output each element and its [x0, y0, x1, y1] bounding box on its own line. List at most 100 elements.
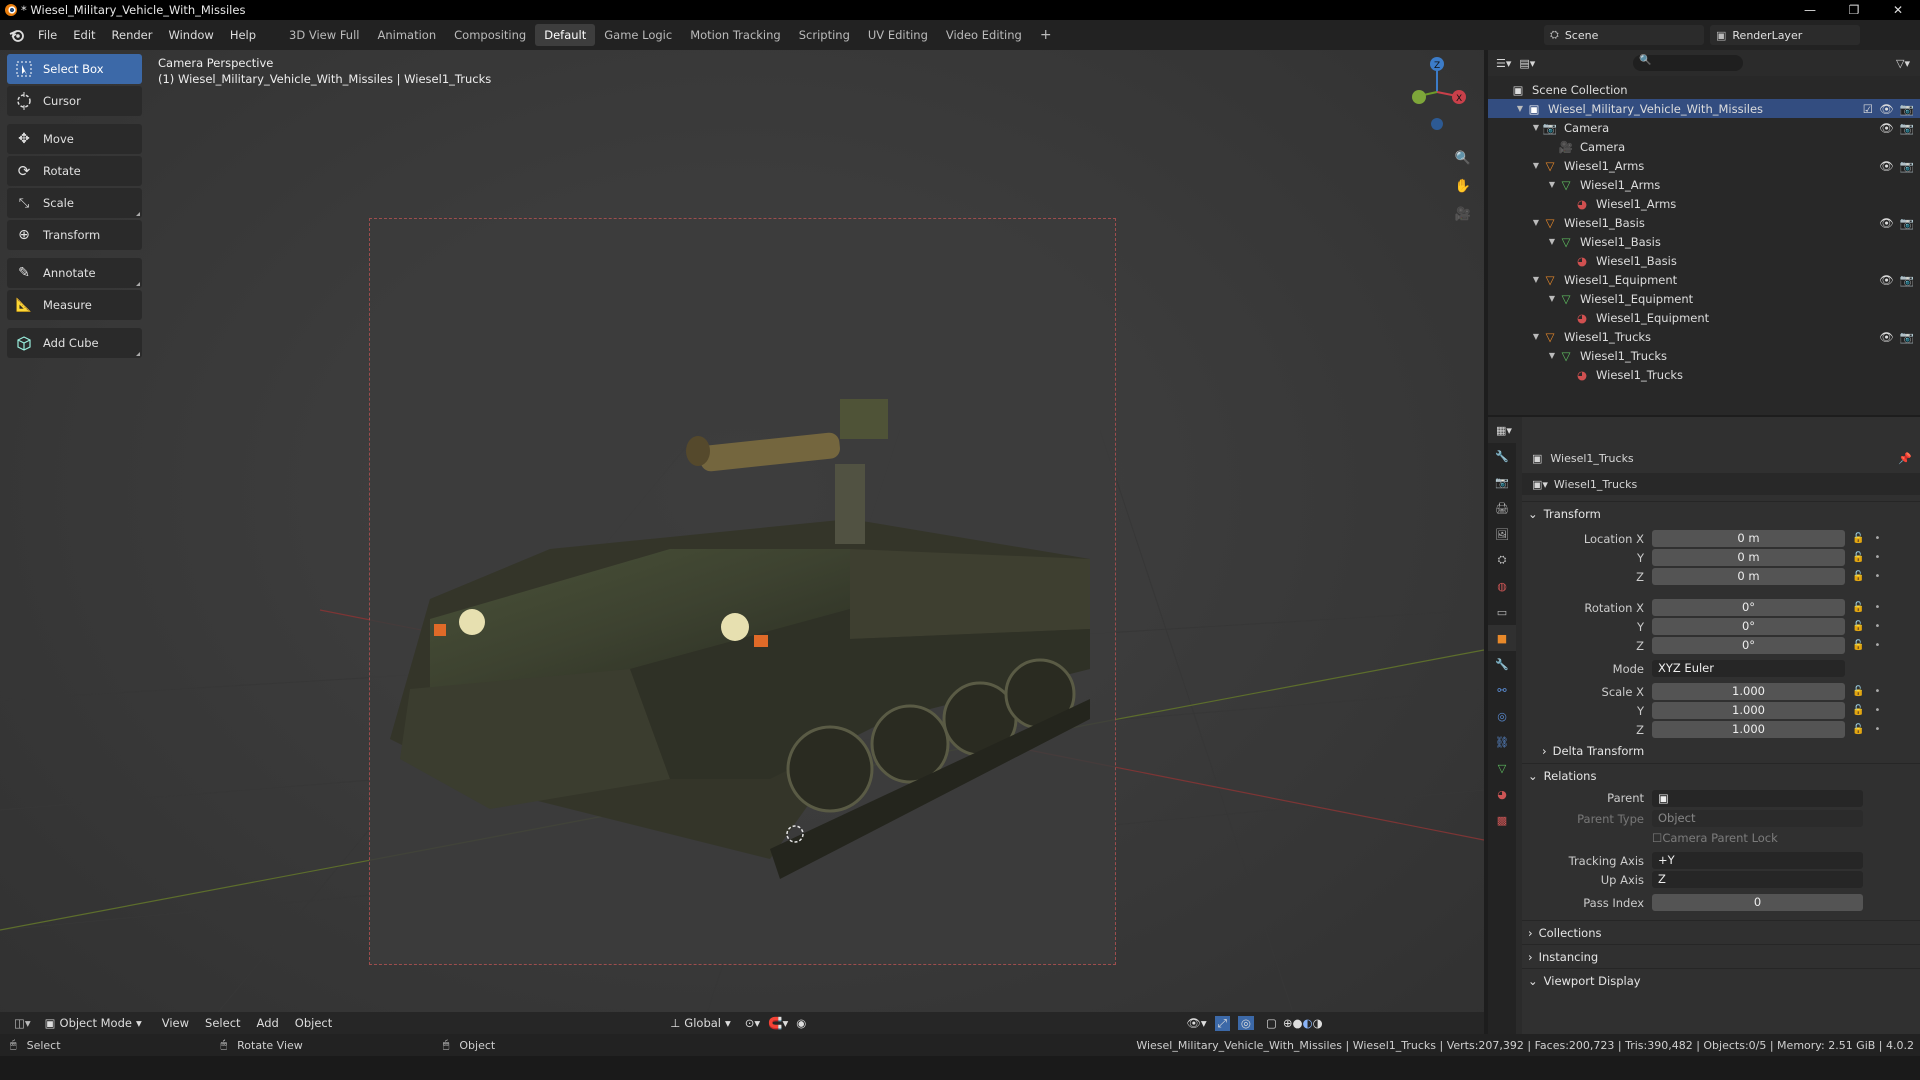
collection-tab-icon[interactable]: ▭: [1488, 599, 1516, 625]
expand-arrow-icon[interactable]: ▼: [1546, 294, 1558, 303]
menu-edit[interactable]: Edit: [65, 28, 103, 42]
navigation-gizmo[interactable]: Z X: [1405, 52, 1477, 132]
xray-icon[interactable]: ▢: [1266, 1016, 1277, 1030]
pass-index-field[interactable]: 0: [1652, 894, 1863, 911]
shading-rendered-icon[interactable]: ◑: [1313, 1016, 1323, 1030]
location-1-field[interactable]: 0 m: [1652, 549, 1845, 566]
eye-icon[interactable]: 👁: [1879, 216, 1894, 230]
modifier-tab-icon[interactable]: 🔧: [1488, 651, 1516, 677]
visibility-icon[interactable]: 👁▾: [1186, 1016, 1206, 1030]
tool-tab-icon[interactable]: 🔧: [1488, 443, 1516, 469]
lock-icon[interactable]: 🔓: [1852, 621, 1864, 632]
rotation-4-field[interactable]: 0°: [1652, 618, 1845, 635]
transform-orientation-selector[interactable]: ⊥ Global ▾: [670, 1016, 731, 1030]
gizmo-toggle-icon[interactable]: ⤢: [1214, 1015, 1230, 1031]
rotate-tool[interactable]: ⟳ Rotate: [7, 156, 142, 186]
render-camera-icon[interactable]: 📷: [1900, 102, 1914, 116]
expand-arrow-icon[interactable]: ▼: [1530, 275, 1542, 284]
world-tab-icon[interactable]: ◍: [1488, 573, 1516, 599]
scale-0-field[interactable]: 1.000: [1652, 683, 1845, 700]
tab-compositing[interactable]: Compositing: [445, 24, 535, 46]
render-camera-icon[interactable]: 📷: [1900, 216, 1914, 230]
outliner-row[interactable]: ▼ ▽ Wiesel1_Trucks: [1488, 346, 1920, 365]
location-2-field[interactable]: 0 m: [1652, 568, 1845, 585]
snap-icon[interactable]: 🧲▾: [768, 1016, 788, 1030]
outliner-row[interactable]: ▼ ▽ Wiesel1_Trucks 👁 📷: [1488, 327, 1920, 346]
outliner-row[interactable]: ◕ Wiesel1_Arms: [1488, 194, 1920, 213]
checkbox-icon[interactable]: ☑: [1863, 102, 1873, 116]
rotation-5-field[interactable]: 0°: [1652, 637, 1845, 654]
eye-icon[interactable]: 👁: [1879, 273, 1894, 287]
tab-motion-tracking[interactable]: Motion Tracking: [681, 24, 790, 46]
delta-transform-header[interactable]: › Delta Transform: [1522, 739, 1920, 763]
proportional-edit-icon[interactable]: ◉: [796, 1016, 806, 1030]
pan-hand-icon[interactable]: ✋: [1450, 173, 1476, 199]
outliner-row[interactable]: ▼ ▽ Wiesel1_Equipment: [1488, 289, 1920, 308]
keyframe-dot-icon[interactable]: •: [1874, 602, 1880, 613]
zoom-icon[interactable]: 🔍: [1450, 145, 1476, 171]
cursor-tool[interactable]: Cursor: [7, 86, 142, 116]
keyframe-dot-icon[interactable]: •: [1874, 705, 1880, 716]
properties-editor-icon[interactable]: ▦▾: [1496, 424, 1512, 437]
minimize-button[interactable]: —: [1788, 0, 1832, 20]
display-mode-icon[interactable]: ▤▾: [1519, 57, 1535, 70]
lock-icon[interactable]: 🔓: [1852, 705, 1864, 716]
keyframe-dot-icon[interactable]: •: [1874, 724, 1880, 735]
pin-icon[interactable]: 📌: [1898, 452, 1912, 465]
tab-animation[interactable]: Animation: [368, 24, 445, 46]
expand-arrow-icon[interactable]: ▼: [1530, 123, 1542, 132]
render-camera-icon[interactable]: 📷: [1900, 159, 1914, 173]
lock-icon[interactable]: 🔓: [1852, 640, 1864, 651]
tracking-axis-select[interactable]: +Y: [1652, 852, 1863, 869]
outliner-row[interactable]: ▼ ▽ Wiesel1_Basis: [1488, 232, 1920, 251]
rotation-3-field[interactable]: 0°: [1652, 599, 1845, 616]
scale-2-field[interactable]: 1.000: [1652, 721, 1845, 738]
up-axis-select[interactable]: Z: [1652, 871, 1863, 888]
filter-icon[interactable]: ▽▾: [1896, 57, 1910, 70]
menu-file[interactable]: File: [30, 28, 65, 42]
outliner-row[interactable]: ▼ ▽ Wiesel1_Arms 👁 📷: [1488, 156, 1920, 175]
menu-add[interactable]: Add: [249, 1016, 287, 1030]
menu-help[interactable]: Help: [222, 28, 264, 42]
lock-icon[interactable]: 🔓: [1852, 533, 1864, 544]
expand-arrow-icon[interactable]: ▼: [1546, 180, 1558, 189]
render-camera-icon[interactable]: 📷: [1900, 121, 1914, 135]
render-camera-icon[interactable]: 📷: [1900, 273, 1914, 287]
menu-render[interactable]: Render: [104, 28, 161, 42]
outliner-editor-icon[interactable]: ☰▾: [1496, 57, 1511, 70]
lock-icon[interactable]: 🔓: [1852, 686, 1864, 697]
instancing-panel-header[interactable]: › Instancing: [1522, 944, 1920, 968]
expand-arrow-icon[interactable]: ▼: [1546, 351, 1558, 360]
physics-tab-icon[interactable]: ◎: [1488, 703, 1516, 729]
shading-solid-icon[interactable]: ●: [1292, 1016, 1302, 1030]
lock-icon[interactable]: 🔓: [1852, 552, 1864, 563]
parent-type-select[interactable]: Object: [1652, 810, 1863, 827]
3d-viewport[interactable]: [0, 50, 1484, 1034]
expand-arrow-icon[interactable]: ▼: [1530, 218, 1542, 227]
maximize-button[interactable]: ❐: [1832, 0, 1876, 20]
blender-menu-icon[interactable]: [4, 24, 30, 46]
select-box-tool[interactable]: Select Box: [7, 54, 142, 84]
tab-uv-editing[interactable]: UV Editing: [859, 24, 937, 46]
keyframe-dot-icon[interactable]: •: [1874, 621, 1880, 632]
output-tab-icon[interactable]: 🖨: [1488, 495, 1516, 521]
expand-arrow-icon[interactable]: ▼: [1530, 161, 1542, 170]
scene-collection-row[interactable]: ▣ Scene Collection: [1488, 80, 1920, 99]
expand-arrow-icon[interactable]: ▼: [1530, 332, 1542, 341]
data-tab-icon[interactable]: ▽: [1488, 755, 1516, 781]
keyframe-dot-icon[interactable]: •: [1874, 533, 1880, 544]
material-tab-icon[interactable]: ◕: [1488, 781, 1516, 807]
render-camera-icon[interactable]: 📷: [1900, 330, 1914, 344]
menu-window[interactable]: Window: [160, 28, 221, 42]
object-mode-selector[interactable]: ▣ Object Mode ▾: [45, 1016, 142, 1030]
render-layer-selector[interactable]: ▣ RenderLayer: [1710, 25, 1860, 45]
collection-row[interactable]: ▼ ▣ Wiesel_Military_Vehicle_With_Missile…: [1488, 99, 1920, 118]
keyframe-dot-icon[interactable]: •: [1874, 571, 1880, 582]
menu-view[interactable]: View: [154, 1016, 197, 1030]
eye-icon[interactable]: 👁: [1879, 121, 1894, 135]
shading-material-icon[interactable]: ◐: [1303, 1016, 1313, 1030]
tab-default[interactable]: Default: [535, 24, 596, 46]
lock-icon[interactable]: 🔓: [1852, 571, 1864, 582]
eye-icon[interactable]: 👁: [1879, 330, 1894, 344]
render-tab-icon[interactable]: 📷: [1488, 469, 1516, 495]
